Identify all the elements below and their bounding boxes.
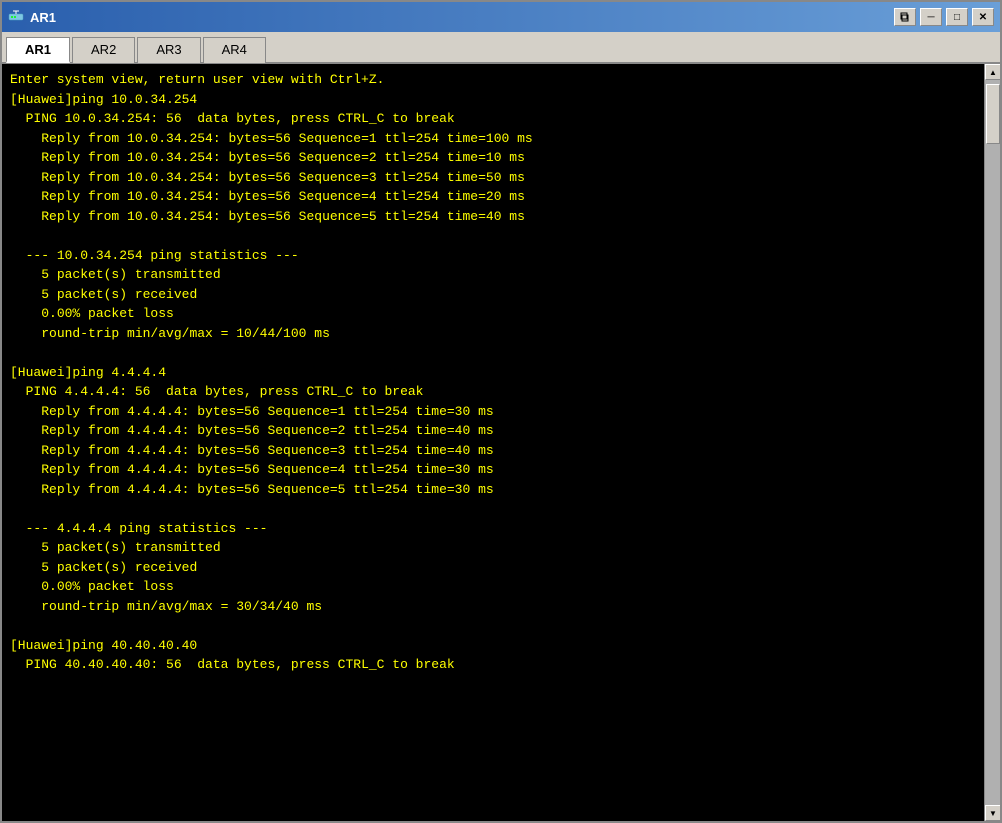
close-button[interactable]: ✕ — [972, 8, 994, 26]
title-bar: AR1 ─ □ ✕ — [2, 2, 1000, 32]
tab-ar4[interactable]: AR4 — [203, 37, 266, 63]
scrollbar-thumb[interactable] — [986, 84, 1000, 144]
terminal-wrapper: Enter system view, return user view with… — [2, 64, 984, 821]
tab-ar3[interactable]: AR3 — [137, 37, 200, 63]
minimize-button[interactable]: ─ — [920, 8, 942, 26]
title-buttons: ─ □ ✕ — [894, 8, 994, 26]
tab-ar2[interactable]: AR2 — [72, 37, 135, 63]
tab-bar: AR1 AR2 AR3 AR4 — [2, 32, 1000, 64]
window-title: AR1 — [30, 10, 56, 25]
content-area: Enter system view, return user view with… — [2, 64, 1000, 821]
terminal-text: Enter system view, return user view with… — [10, 70, 976, 675]
tab-ar1[interactable]: AR1 — [6, 37, 70, 63]
vertical-scrollbar: ▲ ▼ — [984, 64, 1000, 821]
maximize-button[interactable]: □ — [946, 8, 968, 26]
router-icon — [8, 9, 24, 25]
scroll-up-button[interactable]: ▲ — [985, 64, 1000, 80]
restore-button[interactable] — [894, 8, 916, 26]
terminal-output[interactable]: Enter system view, return user view with… — [2, 64, 984, 821]
scroll-down-button[interactable]: ▼ — [985, 805, 1000, 821]
main-window: AR1 ─ □ ✕ AR1 AR2 AR3 AR4 — [0, 0, 1002, 823]
scrollbar-track[interactable] — [985, 80, 1000, 805]
title-bar-left: AR1 — [8, 9, 56, 25]
